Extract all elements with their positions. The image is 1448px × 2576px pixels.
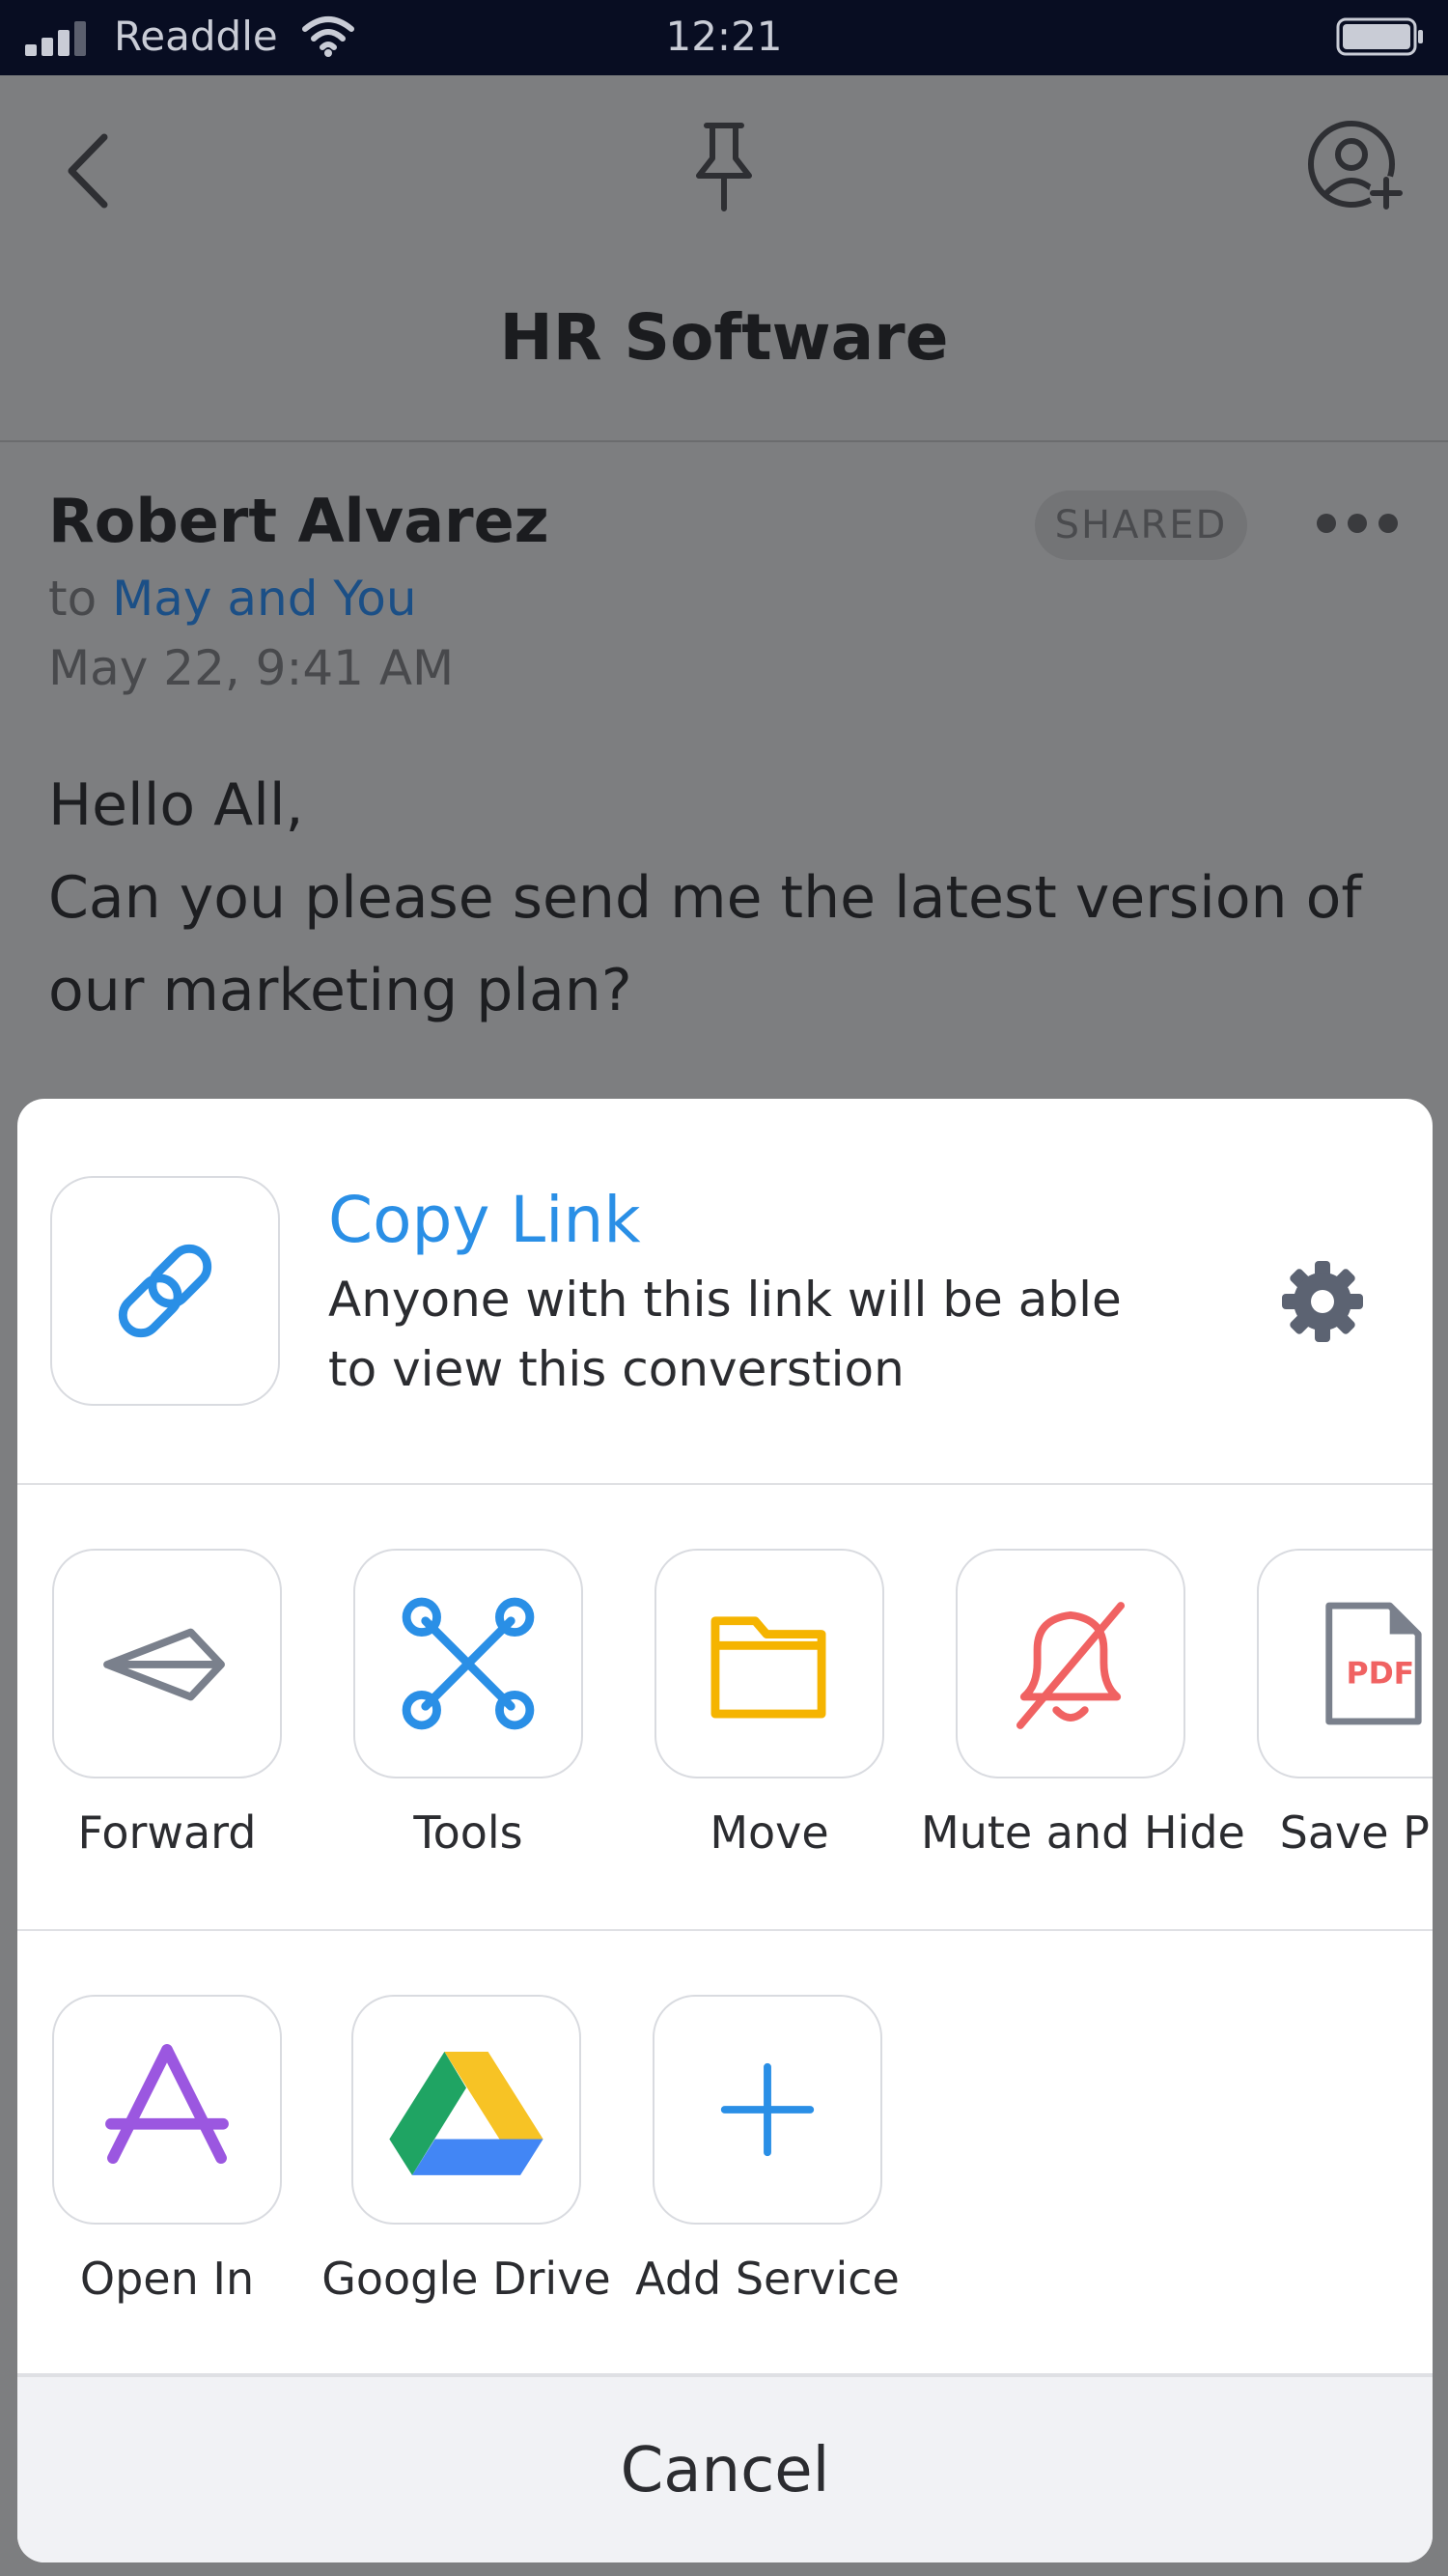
shared-badge: SHARED	[1035, 490, 1247, 560]
plus-icon	[720, 2062, 815, 2157]
forward-label: Forward	[77, 1806, 257, 1859]
message-card: Robert Alvarez SHARED to May and You May…	[0, 444, 1448, 1120]
sender-name[interactable]: Robert Alvarez	[48, 485, 549, 558]
pdf-icon-text: PDF	[1347, 1657, 1415, 1692]
add-participant-icon[interactable]	[1305, 118, 1411, 214]
action-move[interactable]: Move	[620, 1549, 919, 1916]
add-service-label: Add Service	[635, 2253, 900, 2305]
cancel-button[interactable]: Cancel	[17, 2375, 1433, 2562]
service-add[interactable]: Add Service	[618, 1995, 917, 2362]
back-icon[interactable]	[60, 127, 118, 214]
status-bar: Readdle 12:21	[0, 0, 1448, 75]
action-mute-hide[interactable]: Mute and Hide	[921, 1549, 1245, 1916]
recipients-line: to May and You	[48, 568, 417, 630]
battery-icon	[1336, 17, 1423, 56]
copy-link-description: Anyone with this link will be able to vi…	[328, 1272, 1122, 1397]
pdf-icon: PDF	[1325, 1602, 1422, 1725]
message-body: Hello All, Can you please send me the la…	[48, 759, 1419, 1037]
more-options-icon[interactable]	[1311, 504, 1404, 543]
forward-button[interactable]	[52, 1549, 282, 1778]
cancel-label: Cancel	[620, 2435, 830, 2506]
action-tools[interactable]: Tools	[319, 1549, 618, 1916]
copy-link-title[interactable]: Copy Link	[328, 1182, 641, 1259]
gear-icon[interactable]	[1276, 1255, 1369, 1348]
to-prefix: to	[48, 571, 97, 627]
open-in-button[interactable]	[52, 1995, 282, 2225]
message-greeting: Hello All,	[48, 771, 304, 839]
service-open-in[interactable]: Open In	[17, 1995, 317, 2362]
service-google-drive[interactable]: Google Drive	[317, 1995, 616, 2362]
google-drive-label: Google Drive	[321, 2253, 611, 2305]
pin-icon[interactable]	[685, 118, 763, 214]
google-drive-icon	[389, 2052, 543, 2175]
actions-row: Forward Tools Move Mute and Hide PDF Sav…	[17, 1485, 1433, 1931]
add-service-button[interactable]	[653, 1995, 882, 2225]
message-text: Can you please send me the latest versio…	[48, 864, 1362, 1024]
folder-icon	[710, 1616, 826, 1719]
copy-link-button[interactable]	[50, 1176, 280, 1406]
move-label: Move	[710, 1806, 829, 1859]
recipients-link[interactable]: May and You	[112, 571, 416, 627]
bell-off-icon	[1016, 1602, 1126, 1729]
save-pdf-button[interactable]: PDF	[1257, 1549, 1433, 1778]
save-pdf-label: Save PD	[1279, 1806, 1433, 1859]
google-drive-button[interactable]	[351, 1995, 581, 2225]
forward-icon	[103, 1628, 225, 1701]
action-forward[interactable]: Forward	[17, 1549, 317, 1916]
share-sheet: Copy Link Anyone with this link will be …	[17, 1099, 1433, 2562]
copy-link-row[interactable]: Copy Link Anyone with this link will be …	[17, 1099, 1433, 1485]
link-icon	[118, 1244, 212, 1338]
tools-label: Tools	[413, 1806, 523, 1859]
action-save-pdf[interactable]: PDF Save PD	[1222, 1549, 1433, 1916]
tools-button[interactable]	[353, 1549, 583, 1778]
open-in-label: Open In	[79, 2253, 255, 2305]
move-button[interactable]	[654, 1549, 884, 1778]
navigation-bar: HR Software	[0, 75, 1448, 442]
tools-icon	[402, 1597, 535, 1730]
mute-hide-button[interactable]	[956, 1549, 1185, 1778]
page-title: HR Software	[499, 300, 949, 375]
clock: 12:21	[665, 13, 783, 60]
message-date: May 22, 9:41 AM	[48, 640, 455, 696]
app-store-icon	[105, 2044, 229, 2165]
mute-hide-label: Mute and Hide	[921, 1806, 1245, 1859]
services-row: Open In Google Drive Add Service	[17, 1931, 1433, 2375]
